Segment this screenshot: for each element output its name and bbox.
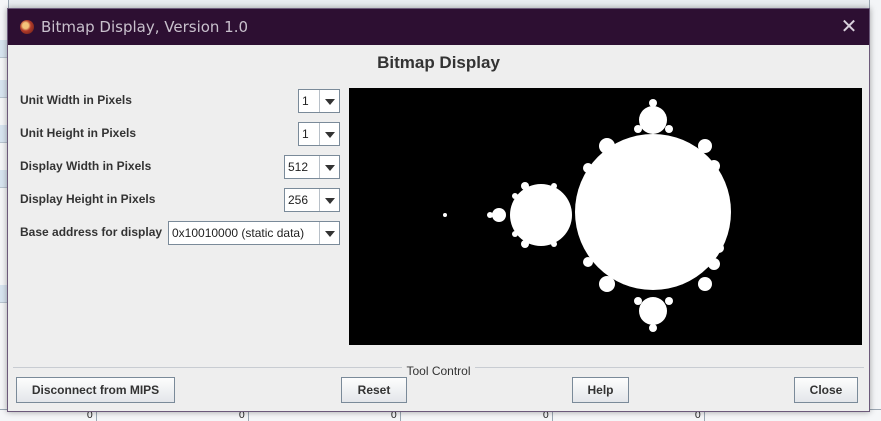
display-width-select[interactable]: 512	[284, 155, 340, 179]
unit-width-label: Unit Width in Pixels	[20, 93, 132, 107]
close-button[interactable]: Close	[794, 377, 858, 403]
title-bar[interactable]: Bitmap Display, Version 1.0 ✕	[8, 9, 869, 45]
display-height-row: Display Height in Pixels 256	[20, 188, 340, 212]
chevron-down-icon[interactable]	[319, 90, 339, 112]
reset-button[interactable]: Reset	[341, 377, 407, 403]
base-address-select[interactable]: 0x10010000 (static data)	[168, 221, 340, 245]
unit-height-select[interactable]: 1	[298, 122, 340, 146]
unit-height-label: Unit Height in Pixels	[20, 126, 137, 140]
base-address-value: 0x10010000 (static data)	[172, 226, 305, 240]
close-window-icon[interactable]: ✕	[839, 16, 859, 36]
bitmap-display-canvas	[349, 88, 862, 345]
unit-height-value: 1	[302, 127, 309, 141]
display-height-label: Display Height in Pixels	[20, 192, 156, 206]
background-right-column	[869, 0, 881, 421]
display-width-label: Display Width in Pixels	[20, 159, 152, 173]
display-height-select[interactable]: 256	[284, 188, 340, 212]
tool-control-label: Tool Control	[402, 364, 475, 378]
bitmap-display-dialog: Bitmap Display, Version 1.0 ✕ Bitmap Dis…	[7, 8, 870, 412]
chevron-down-icon[interactable]	[319, 123, 339, 145]
chevron-down-icon[interactable]	[319, 156, 339, 178]
unit-width-value: 1	[302, 94, 309, 108]
display-width-row: Display Width in Pixels 512	[20, 155, 340, 179]
disconnect-button[interactable]: Disconnect from MIPS	[16, 377, 175, 403]
unit-width-row: Unit Width in Pixels 1	[20, 89, 340, 113]
unit-width-select[interactable]: 1	[298, 89, 340, 113]
window-title: Bitmap Display, Version 1.0	[41, 18, 249, 36]
unit-height-row: Unit Height in Pixels 1	[20, 122, 340, 146]
help-button[interactable]: Help	[572, 377, 629, 403]
base-address-label: Base address for display	[20, 225, 163, 239]
app-icon	[20, 20, 34, 34]
chevron-down-icon[interactable]	[319, 222, 339, 244]
display-width-value: 512	[288, 160, 309, 174]
page-title: Bitmap Display	[377, 53, 500, 72]
mandelbrot-image	[349, 88, 862, 345]
display-height-value: 256	[288, 193, 309, 207]
base-address-row: Base address for display 0x10010000 (sta…	[20, 221, 340, 245]
chevron-down-icon[interactable]	[319, 189, 339, 211]
